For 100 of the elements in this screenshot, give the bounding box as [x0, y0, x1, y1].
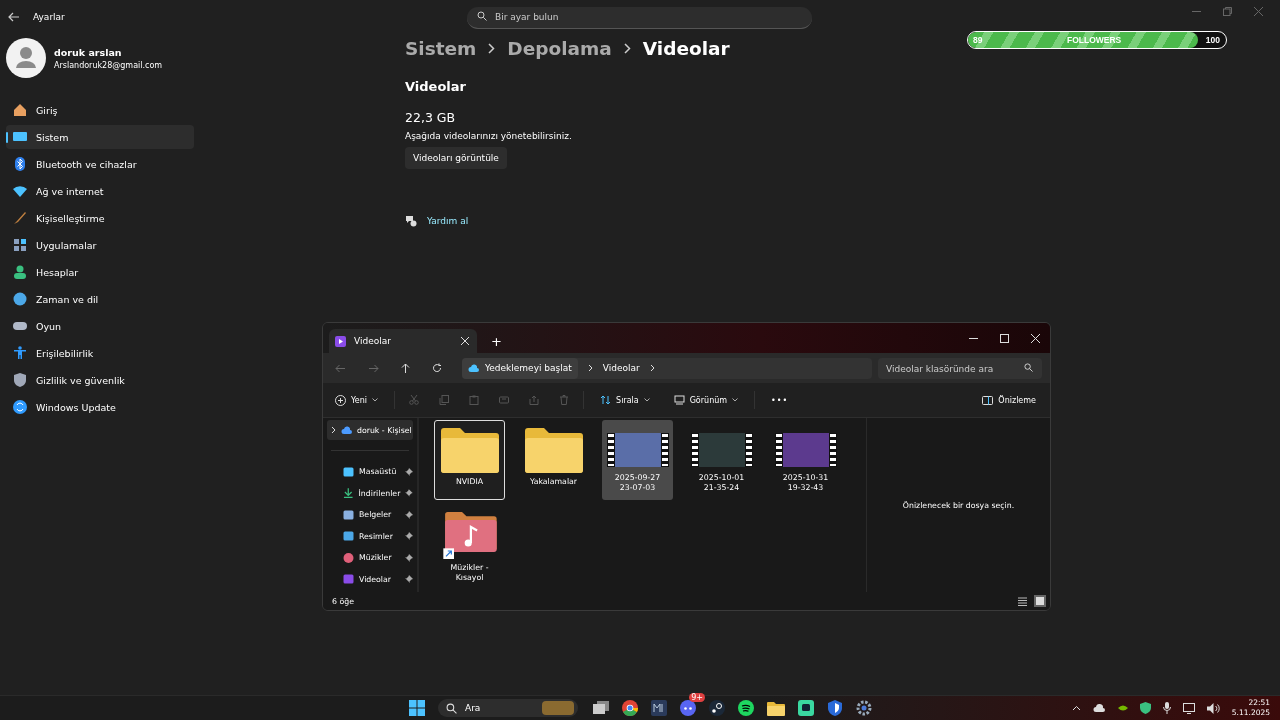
- pictures-icon: [343, 531, 354, 542]
- section-title: Videolar: [405, 78, 466, 94]
- app-title: Ayarlar: [33, 11, 65, 22]
- chrome-icon[interactable]: [622, 700, 638, 716]
- steam-icon[interactable]: [709, 700, 725, 716]
- microphone-icon[interactable]: [1162, 702, 1171, 714]
- storage-size: 22,3 GB: [405, 109, 456, 125]
- chevron-right-icon: [587, 364, 593, 372]
- forward-arrow-icon[interactable]: [368, 363, 379, 373]
- view-button[interactable]: Görünüm: [671, 393, 741, 407]
- view-videos-button[interactable]: Videoları görüntüle: [405, 146, 507, 169]
- help-link[interactable]: Yardım al: [427, 215, 469, 226]
- windows-start-icon[interactable]: [409, 700, 425, 716]
- chat-help-icon: [405, 214, 417, 227]
- access-icon: [13, 346, 27, 360]
- nav-item[interactable]: Oyun: [6, 314, 194, 338]
- nav-item[interactable]: Giriş: [6, 98, 194, 122]
- search-highlight-image: [542, 701, 574, 715]
- followers-label: FOLLOWERS: [1067, 35, 1122, 45]
- home-icon: [13, 103, 27, 117]
- search-icon: [446, 702, 457, 714]
- plus-circle-icon: [335, 394, 346, 406]
- folder-search-field[interactable]: Videolar klasöründe ara: [878, 358, 1042, 380]
- task-view-icon[interactable]: [593, 701, 609, 715]
- update-icon: [13, 400, 27, 414]
- sort-button[interactable]: Sırala: [598, 393, 652, 407]
- chevron-right-icon: [649, 364, 655, 372]
- preview-pane-button[interactable]: Önizleme: [980, 393, 1038, 407]
- chevron-right-icon: [488, 42, 496, 54]
- nav-item[interactable]: Bluetooth ve cihazlar: [6, 152, 194, 176]
- maximize-icon[interactable]: [1000, 333, 1009, 343]
- volume-icon[interactable]: [1206, 702, 1220, 714]
- chevron-up-icon[interactable]: [1071, 705, 1081, 711]
- person-icon: [13, 265, 27, 279]
- music-icon: [343, 552, 354, 563]
- breadcrumb-item[interactable]: Sistem: [405, 37, 477, 59]
- folder-icon: [524, 427, 583, 473]
- new-tab-button[interactable]: +: [477, 334, 502, 353]
- cloud-icon: [341, 425, 352, 435]
- desktop-icon: [343, 466, 354, 477]
- nav-item[interactable]: Kişiselleştirme: [6, 206, 194, 230]
- tab-title: Videolar: [354, 336, 392, 346]
- chevron-right-icon: [623, 42, 631, 54]
- bluetooth-icon: [13, 157, 27, 171]
- nav-item[interactable]: Gizlilik ve güvenlik: [6, 368, 194, 392]
- user-email: Arslandoruk28@gmail.com: [54, 60, 163, 70]
- nav-item[interactable]: Ağ ve internet: [6, 179, 194, 203]
- app-icon[interactable]: [798, 700, 814, 716]
- details-view-icon[interactable]: [1017, 595, 1028, 607]
- taskbar-search-field[interactable]: Ara: [438, 699, 578, 717]
- spotify-icon[interactable]: [738, 700, 754, 716]
- monitor-icon: [673, 395, 685, 405]
- address-segment[interactable]: Videolar: [602, 363, 640, 373]
- settings-search-field[interactable]: Bir ayar bulun: [467, 6, 812, 29]
- network-icon[interactable]: [1182, 702, 1195, 714]
- refresh-icon[interactable]: [432, 363, 442, 373]
- nav-item[interactable]: Uygulamalar: [6, 233, 194, 257]
- cloud-icon[interactable]: [1092, 703, 1106, 713]
- user-name: doruk arslan: [54, 46, 123, 58]
- docs-icon: [343, 509, 354, 520]
- search-icon: [477, 11, 487, 21]
- breadcrumb-item[interactable]: Depolama: [507, 37, 612, 59]
- settings-icon[interactable]: [856, 700, 872, 716]
- nav-item[interactable]: Hesaplar: [6, 260, 194, 284]
- discord-icon[interactable]: [680, 700, 696, 716]
- caret-icon: [372, 398, 379, 402]
- nav-item[interactable]: Windows Update: [6, 395, 194, 419]
- address-segment[interactable]: Yedeklemeyi başlat: [462, 357, 578, 379]
- description-text: Aşağıda videolarınızı yönetebilirsiniz.: [405, 130, 572, 141]
- system-icon: [13, 130, 27, 144]
- download-icon: [343, 488, 354, 499]
- shield-icon[interactable]: [1139, 702, 1151, 714]
- followers-end: 100: [1205, 35, 1220, 45]
- music-folder-shortcut-icon: [442, 511, 497, 559]
- shield-icon[interactable]: [827, 700, 843, 716]
- shield-icon: [13, 373, 27, 387]
- large-icons-view-icon[interactable]: [1034, 595, 1046, 607]
- nav-item[interactable]: Zaman ve dil: [6, 287, 194, 311]
- caret-icon: [732, 398, 739, 402]
- restore-icon[interactable]: [1223, 7, 1232, 16]
- wifi-icon: [13, 184, 27, 198]
- video-folder-icon: [335, 335, 346, 347]
- chevron-right-icon: [331, 426, 336, 434]
- nav-item[interactable]: Erişilebilirlik: [6, 341, 194, 365]
- explorer-tab[interactable]: Videolar: [329, 329, 477, 353]
- apps-icon: [13, 238, 27, 252]
- search-icon: [1024, 362, 1033, 372]
- nav-item[interactable]: Sistem: [6, 125, 194, 149]
- preview-pane-icon: [982, 395, 994, 405]
- app-icon[interactable]: [651, 700, 667, 716]
- new-button[interactable]: Yeni: [333, 392, 381, 408]
- folder-icon[interactable]: [767, 700, 785, 716]
- avatar-icon: [6, 38, 46, 78]
- caret-icon: [643, 398, 650, 402]
- brush-icon: [13, 211, 27, 225]
- more-options-button[interactable]: •••: [769, 393, 791, 407]
- up-arrow-icon[interactable]: [401, 362, 410, 374]
- breadcrumb-item: Videolar: [642, 37, 730, 59]
- address-bar[interactable]: Yedeklemeyi başlat Videolar: [462, 357, 872, 379]
- folder-icon: [440, 427, 499, 473]
